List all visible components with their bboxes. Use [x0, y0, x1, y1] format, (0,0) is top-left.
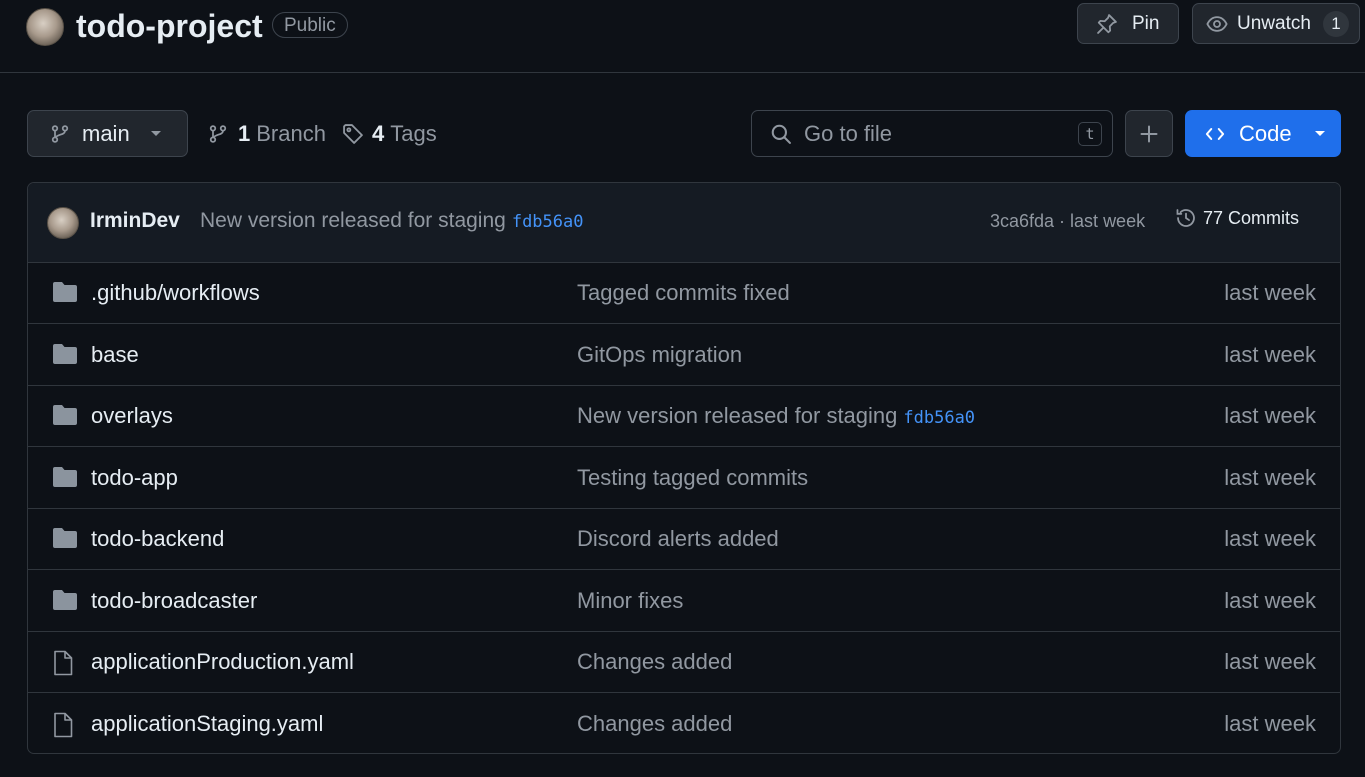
keyboard-shortcut-hint: t	[1078, 122, 1102, 146]
commit-time: last week	[1224, 280, 1316, 305]
commit-message-text: Tagged commits fixed	[577, 280, 790, 305]
code-label: Code	[1239, 120, 1292, 146]
folder-icon	[52, 281, 78, 303]
file-list: IrminDev New version released for stagin…	[27, 182, 1341, 754]
latest-commit-bar: IrminDev New version released for stagin…	[28, 183, 1340, 263]
commit-time: last week	[1224, 710, 1316, 736]
file-name-link[interactable]: todo-app	[91, 465, 178, 491]
folder-icon	[52, 527, 78, 549]
commit-time: last week	[1224, 526, 1316, 551]
file-row[interactable]: .github/workflows Tagged commits fixed las…	[28, 263, 1340, 324]
tags-label: Tags	[390, 120, 437, 146]
tag-icon	[342, 123, 364, 145]
commit-message-link[interactable]: GitOps migration	[577, 342, 742, 368]
code-icon	[1203, 124, 1227, 144]
commit-hash-time[interactable]: 3ca6fda · last week	[990, 211, 1145, 232]
file-name-link[interactable]: todo-broadcaster	[91, 588, 257, 614]
commit-message-text: Testing tagged commits	[577, 464, 809, 490]
file-row[interactable]: applicationProduction.yaml Changes added l…	[28, 632, 1340, 693]
plus-icon	[1139, 124, 1159, 144]
unwatch-label: Unwatch	[1237, 12, 1311, 34]
commit-message-text: New version released for staging	[577, 403, 898, 428]
file-name-link[interactable]: todo-backend	[91, 526, 224, 552]
commit-message-text: Minor fixes	[577, 587, 684, 613]
commit-time: last week	[1224, 649, 1316, 674]
branches-link[interactable]: 1 Branch	[208, 110, 326, 157]
commit-time: last week	[1224, 341, 1316, 367]
eye-icon	[1205, 13, 1229, 35]
file-name-link[interactable]: applicationProduction.yaml	[91, 649, 354, 675]
history-icon	[1175, 207, 1197, 229]
repo-name[interactable]: todo-project	[76, 6, 263, 46]
tags-count: 4	[372, 120, 385, 146]
file-row[interactable]: todo-app Testing tagged commits last week	[28, 448, 1340, 509]
commit-message-link[interactable]: Discord alerts added	[577, 526, 779, 552]
commit-time: last week	[1224, 464, 1316, 490]
commit-author[interactable]: IrminDev	[90, 209, 180, 233]
pin-icon	[1096, 13, 1118, 35]
owner-avatar[interactable]	[26, 8, 64, 46]
folder-icon	[52, 589, 78, 611]
commit-message-text: New version released for staging	[200, 209, 506, 232]
chevron-down-icon	[150, 130, 162, 138]
file-row[interactable]: applicationStaging.yaml Changes added last…	[28, 694, 1340, 754]
commits-count: 77 Commits	[1203, 207, 1300, 228]
folder-icon	[52, 466, 78, 488]
file-icon	[52, 712, 74, 738]
commit-message-link[interactable]: Changes added	[577, 649, 732, 675]
commit-message-link[interactable]: New version released for staging fdb56a0	[577, 403, 975, 429]
branch-name: main	[82, 120, 130, 146]
avatar[interactable]	[47, 207, 79, 239]
branches-label: Branch	[256, 120, 326, 146]
commit-time: last week	[1224, 587, 1316, 613]
commits-history-link[interactable]: 77 Commits	[1175, 207, 1299, 229]
add-file-button[interactable]	[1125, 110, 1173, 157]
commit-message-link[interactable]: Testing tagged commits	[577, 465, 808, 491]
folder-icon	[52, 343, 78, 365]
commit-message-link[interactable]: Minor fixes	[577, 588, 683, 614]
chevron-down-icon	[1314, 130, 1326, 138]
visibility-badge: Public	[272, 12, 348, 38]
file-row[interactable]: base GitOps migration last week	[28, 325, 1340, 386]
file-row[interactable]: overlays New version released for staging…	[28, 386, 1340, 447]
git-branch-icon	[50, 123, 70, 145]
search-placeholder: Go to file	[804, 120, 893, 146]
file-row[interactable]: todo-broadcaster Minor fixes last week	[28, 571, 1340, 632]
tags-link[interactable]: 4 Tags	[342, 110, 437, 157]
watchers-count: 1	[1322, 10, 1349, 37]
commit-sha-link[interactable]: fdb56a0	[512, 212, 584, 232]
git-branch-icon	[208, 123, 228, 145]
commit-time: last week	[1224, 403, 1316, 428]
commit-message-link[interactable]: Changes added	[577, 711, 732, 737]
file-name-link[interactable]: applicationStaging.yaml	[91, 711, 323, 737]
branch-selector[interactable]: main	[27, 110, 188, 157]
pin-label: Pin	[1132, 12, 1160, 34]
folder-icon	[52, 404, 78, 426]
commit-message-text: Changes added	[577, 649, 733, 674]
go-to-file-input[interactable]: Go to file t	[751, 110, 1113, 157]
file-row[interactable]: todo-backend Discord alerts added last wee…	[28, 509, 1340, 570]
commit-message[interactable]: New version released for staging fdb56a0	[200, 209, 583, 233]
repo-header: todo-project Public Pin Unwatch 1	[0, 0, 1365, 73]
commit-message-text: Discord alerts added	[577, 526, 779, 551]
unwatch-button[interactable]: Unwatch 1	[1192, 3, 1360, 44]
pin-button[interactable]: Pin	[1077, 3, 1179, 44]
branches-count: 1	[238, 120, 251, 146]
file-name-link[interactable]: base	[91, 342, 139, 368]
commit-message-link[interactable]: Tagged commits fixed	[577, 280, 790, 306]
code-button[interactable]: Code	[1185, 110, 1341, 157]
file-name-link[interactable]: .github/workflows	[91, 280, 260, 306]
commit-message-text: Changes added	[577, 710, 733, 736]
file-icon	[52, 650, 74, 676]
file-name-link[interactable]: overlays	[91, 403, 173, 429]
search-icon	[770, 123, 792, 145]
commit-message-text: GitOps migration	[577, 341, 743, 367]
commit-sha-link[interactable]: fdb56a0	[903, 408, 975, 428]
